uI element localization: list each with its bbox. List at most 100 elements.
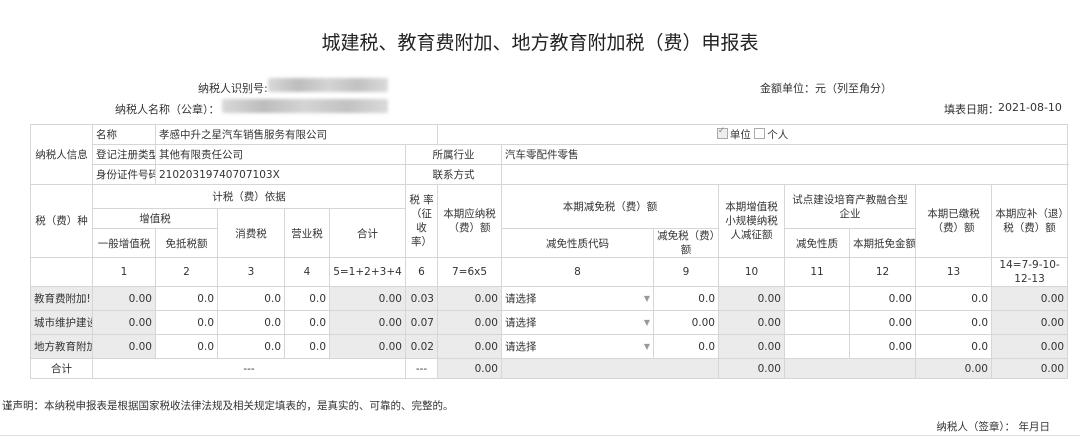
- col-number: 7=6x5: [437, 257, 502, 287]
- select-value: 请选择: [505, 341, 537, 353]
- reduction-code-select[interactable]: 请选择 ▼: [501, 310, 654, 335]
- total-refund: 0.00: [990, 358, 1069, 379]
- basis-header: 计税（费）依据: [92, 184, 406, 209]
- person-label: 个人: [767, 129, 789, 141]
- rate-header: 税 率（征收率）: [405, 184, 438, 258]
- form-title: 城建税、教育费附加、地方教育附加税（费）申报表: [321, 32, 759, 54]
- contact-value[interactable]: [500, 164, 1069, 185]
- chevron-down-icon: ▼: [643, 342, 650, 351]
- person-checkbox[interactable]: [754, 128, 766, 139]
- declaration-text: 谨声明：本纳税申报表是根据国家税收法律法规及相关规定填表的，是真实的、可靠的、完…: [2, 400, 454, 412]
- total-cell: 0.00: [329, 334, 406, 359]
- pilot-header: 试点建设培育产教融合型企业: [784, 184, 916, 229]
- general-vat-cell: 0.00: [92, 286, 156, 311]
- bottom-divider: [0, 435, 1080, 436]
- pilot-offset-cell[interactable]: 0.00: [849, 286, 916, 311]
- paid-cell[interactable]: 0.0: [915, 310, 992, 335]
- reduction-header: 本期减免税（费）额: [501, 184, 719, 229]
- contact-label: 联系方式: [405, 164, 502, 185]
- fill-date-label: 填表日期：: [944, 103, 999, 116]
- paid-cell[interactable]: 0.0: [915, 286, 992, 311]
- taxpayer-name-label: 纳税人名称（公章）：: [115, 103, 220, 116]
- business-header: 营业税: [284, 208, 330, 258]
- unit-label: 单位: [729, 129, 751, 141]
- pilot-offset-header: 本期抵免金额: [849, 228, 916, 258]
- reduction-code-select[interactable]: 请选择 ▼: [501, 286, 654, 311]
- pilot-nature-header: 减免性质: [784, 228, 850, 258]
- col-number: 11: [784, 257, 850, 287]
- id-value: 21020319740707103X: [155, 164, 406, 185]
- pilot-nature-cell[interactable]: [784, 286, 850, 311]
- exempt-offset-cell[interactable]: 0.0: [155, 286, 218, 311]
- pilot-nature-cell[interactable]: [784, 334, 850, 359]
- refund-cell: 0.00: [990, 310, 1069, 335]
- payable-cell: 0.00: [437, 334, 502, 359]
- reduction-amount-cell[interactable]: 0.0: [653, 286, 719, 311]
- table-row: 地方教育附加 0.00 0.0 0.0 0.0 0.00 0.02 0.00 请…: [30, 334, 1069, 359]
- refund-cell: 0.00: [990, 334, 1069, 359]
- exempt-offset-cell[interactable]: 0.0: [155, 334, 218, 359]
- consumption-cell[interactable]: 0.0: [217, 334, 285, 359]
- reg-type-value: 其他有限责任公司: [155, 144, 406, 165]
- row-name: 教育费附加!: [30, 286, 93, 311]
- reduction-amount-cell[interactable]: 0.00: [653, 310, 719, 335]
- reduction-amount-cell[interactable]: 0.0: [653, 334, 719, 359]
- entity-type-checkboxes: 单位 个人: [436, 124, 1069, 145]
- general-vat-cell: 0.00: [92, 334, 156, 359]
- general-vat-cell: 0.00: [92, 310, 156, 335]
- exempt-offset-cell[interactable]: 0.0: [155, 310, 218, 335]
- taxpayer-id-redacted: [268, 78, 388, 92]
- total-header: 合计: [329, 208, 406, 258]
- col-number: 5=1+2+3+4: [329, 257, 406, 287]
- col-number: 1: [92, 257, 156, 287]
- pilot-offset-cell[interactable]: 0.00: [849, 334, 916, 359]
- col-number: 6: [405, 257, 438, 287]
- total-basis: ---: [92, 358, 406, 379]
- id-label: 身份证件号码: [92, 164, 156, 185]
- chevron-down-icon: ▼: [643, 318, 650, 327]
- row-name: 城市维护建设: [30, 310, 93, 335]
- paid-header: 本期已缴税（费）额: [915, 184, 992, 258]
- unit-checkbox[interactable]: [716, 126, 728, 139]
- signature-line: 纳税人（签章）： 年月日: [936, 421, 1050, 433]
- consumption-cell[interactable]: 0.0: [217, 310, 285, 335]
- small-scale-cell: 0.00: [718, 334, 785, 359]
- consumption-header: 消费税: [217, 208, 285, 258]
- total-paid: 0.00: [915, 358, 992, 379]
- amount-unit: 金额单位：元（列至角分）: [760, 82, 892, 95]
- refund-header: 本期应补（退）税（费）额: [990, 184, 1069, 258]
- select-value: 请选择: [505, 293, 537, 305]
- col-number: 12: [849, 257, 916, 287]
- industry-value: 汽车零配件零售: [500, 144, 1069, 165]
- chevron-down-icon: ▼: [643, 294, 650, 303]
- small-scale-header: 本期增值税小规模纳税人减征额: [718, 184, 785, 258]
- table-row: 城市维护建设 0.00 0.0 0.0 0.0 0.00 0.07 0.00 请…: [30, 310, 1069, 335]
- paid-cell[interactable]: 0.0: [915, 334, 992, 359]
- business-cell[interactable]: 0.0: [284, 286, 330, 311]
- total-pilot-blank: [784, 358, 916, 379]
- total-reduction-blank: [501, 358, 719, 379]
- col-number: 4: [284, 257, 330, 287]
- row-name: 地方教育附加: [30, 334, 93, 359]
- total-row: 合计 --- --- 0.00 0.00 0.00 0.00: [30, 358, 1069, 379]
- business-cell[interactable]: 0.0: [284, 334, 330, 359]
- rate-cell: 0.02: [405, 334, 438, 359]
- exempt-offset-header: 免抵税额: [155, 228, 218, 258]
- rate-cell: 0.03: [405, 286, 438, 311]
- name-value: 孝感中升之星汽车销售服务有限公司: [155, 124, 438, 145]
- payable-header: 本期应纳税（费）额: [437, 184, 502, 258]
- business-cell[interactable]: 0.0: [284, 310, 330, 335]
- consumption-cell[interactable]: 0.0: [217, 286, 285, 311]
- total-rate: ---: [405, 358, 438, 379]
- col-number: 3: [217, 257, 285, 287]
- total-small-scale: 0.00: [718, 358, 785, 379]
- reduction-code-header: 减免性质代码: [501, 228, 654, 258]
- small-scale-cell: 0.00: [718, 286, 785, 311]
- table-row: 教育费附加! 0.00 0.0 0.0 0.0 0.00 0.03 0.00 请…: [30, 286, 1069, 311]
- small-scale-cell: 0.00: [718, 310, 785, 335]
- reduction-code-select[interactable]: 请选择 ▼: [501, 334, 654, 359]
- pilot-offset-cell[interactable]: 0.00: [849, 310, 916, 335]
- taxpayer-id-label: 纳税人识别号:: [198, 82, 268, 95]
- industry-label: 所属行业: [405, 144, 502, 165]
- pilot-nature-cell[interactable]: [784, 310, 850, 335]
